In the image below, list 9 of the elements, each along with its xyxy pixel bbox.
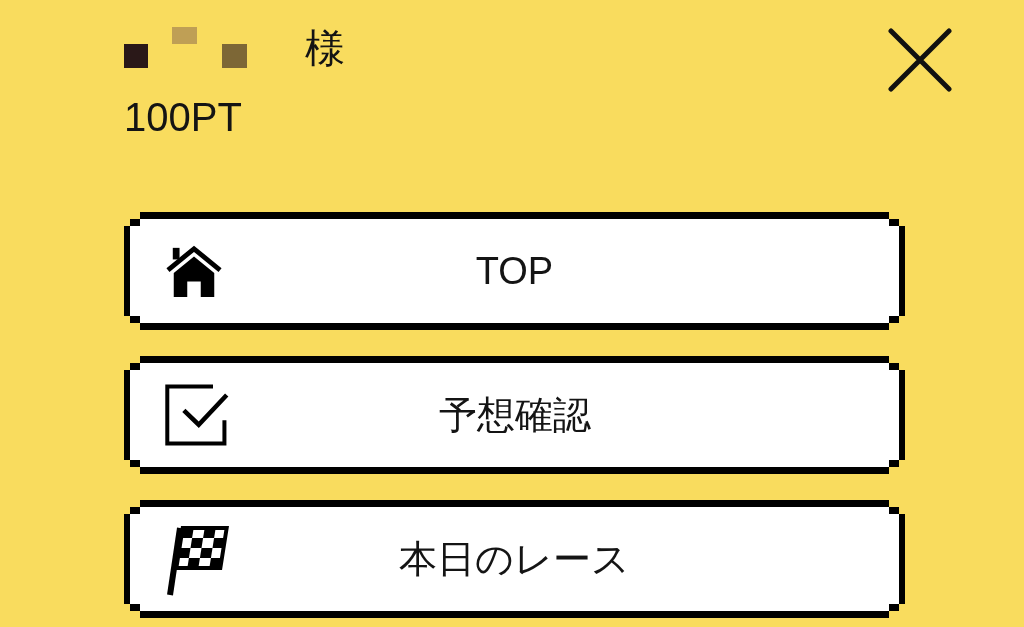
menu-button[interactable]: TOP <box>124 212 905 330</box>
close-icon <box>888 28 952 92</box>
close-button[interactable] <box>888 28 952 92</box>
menu-button[interactable]: 本日のレース <box>124 500 905 618</box>
honorific-text: 様 <box>305 25 345 72</box>
checkbox-icon <box>165 384 229 446</box>
points-text: 100PT <box>124 94 242 140</box>
home-icon <box>165 244 223 298</box>
menu-button[interactable]: 予想確認 <box>124 356 905 474</box>
